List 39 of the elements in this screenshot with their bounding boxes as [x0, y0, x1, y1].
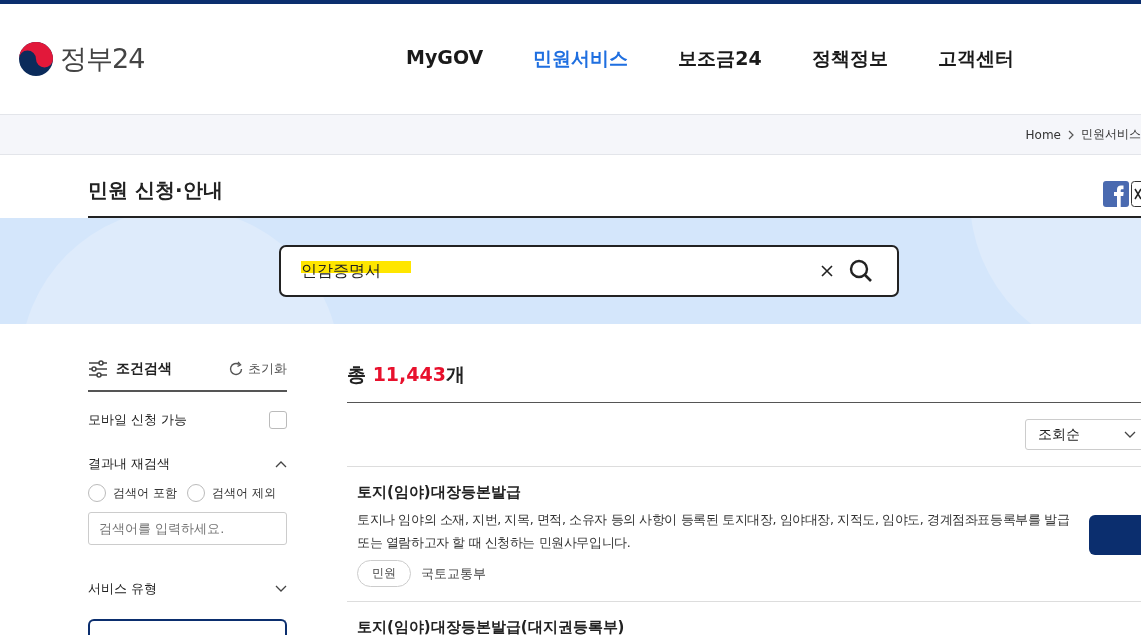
result-title[interactable]: 토지(임야)대장등본발급 — [357, 483, 1073, 502]
page-title: 민원 신청·안내 — [88, 177, 223, 204]
facebook-icon[interactable] — [1103, 181, 1129, 207]
chevron-down-icon[interactable] — [275, 585, 287, 593]
filter-title: 조건검색 — [116, 360, 173, 378]
sliders-icon — [88, 360, 108, 378]
radio-label: 검색어 제외 — [211, 484, 276, 502]
filter-panel[interactable] — [88, 619, 287, 635]
x-icon[interactable] — [1131, 181, 1141, 207]
chevron-up-icon[interactable] — [275, 460, 287, 468]
nav-link[interactable]: 보조금24 — [678, 46, 762, 72]
nav-link[interactable]: MyGOV — [406, 46, 484, 72]
sort-dropdown[interactable]: 조회순 — [1025, 419, 1141, 450]
apply-button[interactable] — [1088, 515, 1141, 555]
nav-link[interactable]: 고객센터 — [937, 46, 1014, 72]
breadcrumb-link[interactable]: Home — [1025, 127, 1061, 142]
radio-option[interactable]: 검색어 제외 — [186, 484, 276, 502]
logo-text[interactable]: 정부24 — [60, 41, 145, 77]
input-field[interactable]: 검색어를 입력하세요. — [88, 512, 287, 545]
radio-option[interactable]: 검색어 포함 — [88, 484, 177, 502]
result-description: 토지나 임야의 소재, 지번, 지목, 면적, 소유자 등의 사항이 등록된 토지대장, 임야대장, 지적도, 임야도, 경계점좌표등록부를 발급 또는 열람하고자 할 때 신청하는 민원사무입니다. — [357, 511, 1071, 552]
search-icon[interactable] — [848, 259, 873, 283]
breadcrumb-link[interactable]: 민원서비스 — [1081, 126, 1141, 143]
result-count: 총 11,443개 — [347, 360, 1141, 403]
chevron-down-icon — [1124, 430, 1136, 439]
reset-button[interactable]: 초기화 — [228, 360, 287, 378]
chevron-right-icon — [1067, 129, 1075, 140]
filter-label: 결과내 재검색 — [88, 455, 171, 473]
filter-label: 모바일 신청 가능 — [88, 411, 188, 429]
nav-link[interactable]: 민원서비스 — [533, 46, 629, 72]
checkbox[interactable] — [269, 411, 287, 429]
nav-link[interactable]: 정책정보 — [811, 46, 888, 72]
close-icon[interactable] — [820, 265, 833, 277]
radio-label: 검색어 포함 — [113, 484, 177, 502]
refresh-icon — [228, 361, 244, 377]
emblem-icon — [18, 41, 54, 77]
filter-label: 서비스 유형 — [88, 580, 158, 598]
agency-name: 국토교통부 — [421, 564, 486, 583]
result-title[interactable]: 토지(임야)대장등본발급(대지권등록부) — [357, 618, 1097, 635]
